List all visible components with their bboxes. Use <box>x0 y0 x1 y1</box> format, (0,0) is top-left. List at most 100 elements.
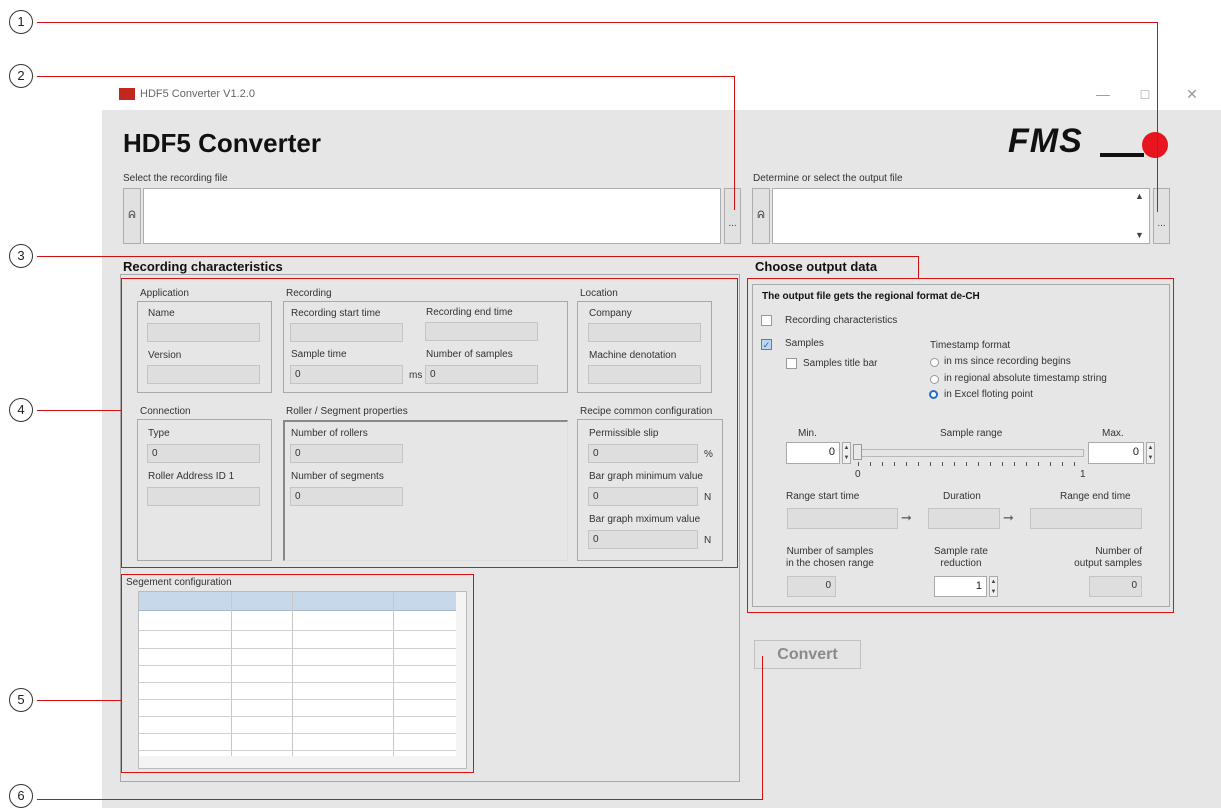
slider-min-tick: 0 <box>855 469 861 480</box>
app-name-label: Name <box>148 308 175 319</box>
samples-title-bar-checkbox[interactable] <box>786 358 797 369</box>
callout-line-2 <box>37 76 735 77</box>
input-file-label: Select the recording file <box>123 173 228 184</box>
output-file-icon-button[interactable]: ᕱ <box>752 188 770 244</box>
company-label: Company <box>589 308 632 319</box>
roller-address-field <box>147 487 260 506</box>
maximize-button[interactable]: □ <box>1130 86 1160 102</box>
output-samples-label: Number of output samples <box>1060 546 1142 570</box>
location-title: Location <box>580 288 618 299</box>
samples-in-range-label: Number of samples in the chosen range <box>786 546 874 570</box>
bar-max-field: 0 <box>588 530 698 549</box>
horizontal-scrollbar[interactable] <box>139 756 466 768</box>
callout-line-5 <box>37 700 122 701</box>
output-scroll-up-icon[interactable]: ▲ <box>1135 191 1144 201</box>
min-input[interactable]: 0 <box>786 442 840 464</box>
duration-field <box>928 508 1000 529</box>
samples-in-range-line1: Number of samples <box>786 546 874 557</box>
end-time-field <box>425 322 538 341</box>
callout-line-6 <box>37 799 763 800</box>
timestamp-title: Timestamp format <box>930 340 1011 351</box>
segment-table-row-line <box>139 733 456 734</box>
slip-label: Permissible slip <box>589 428 659 439</box>
sample-range-track[interactable] <box>856 449 1084 457</box>
segment-table-row-line <box>139 699 456 700</box>
rate-reduction-line2: reduction <box>940 558 982 569</box>
brand-dot <box>1142 132 1168 158</box>
range-end-label: Range end time <box>1060 491 1131 502</box>
output-scroll-down-icon[interactable]: ▼ <box>1135 230 1144 240</box>
app-name-field <box>147 323 260 342</box>
max-stepper[interactable]: ▲ ▼ <box>1146 442 1155 464</box>
callout-line-1 <box>37 22 1158 23</box>
timestamp-radio-excel[interactable] <box>929 390 938 399</box>
output-browse-label: ... <box>1157 218 1166 229</box>
window-title: HDF5 Converter V1.2.0 <box>140 88 255 100</box>
arrow-right-icon: ➞ <box>901 510 912 525</box>
type-label: Type <box>148 428 170 439</box>
rate-reduction-stepper[interactable]: ▲ ▼ <box>989 576 998 597</box>
segment-table-col-divider <box>231 592 232 756</box>
segment-table[interactable] <box>138 591 467 769</box>
recording-section-title: Recording characteristics <box>123 259 283 274</box>
output-samples-field: 0 <box>1089 576 1142 597</box>
callout-line-2-drop <box>734 76 735 210</box>
min-stepper[interactable]: ▲ ▼ <box>842 442 851 464</box>
title-bar: HDF5 Converter V1.2.0 — □ ✕ <box>102 80 1221 110</box>
vertical-scrollbar[interactable] <box>456 592 466 756</box>
file-icon: ᕱ <box>757 210 765 221</box>
convert-button[interactable]: Convert <box>754 640 861 669</box>
brand-underline <box>1100 153 1144 157</box>
recipe-title: Recipe common configuration <box>580 406 713 417</box>
segment-table-row-line <box>139 716 456 717</box>
rate-reduction-line1: Sample rate <box>934 546 988 557</box>
segments-field: 0 <box>290 487 403 506</box>
page-title: HDF5 Converter <box>123 128 321 158</box>
sample-range-thumb[interactable] <box>853 444 862 460</box>
range-end-field <box>1030 508 1142 529</box>
callout-line-3 <box>37 256 919 257</box>
start-time-field <box>290 323 403 342</box>
segment-table-row-line <box>139 648 456 649</box>
callout-line-1-drop <box>1157 22 1158 212</box>
min-label: Min. <box>798 428 817 439</box>
rate-reduction-input[interactable]: 1 <box>934 576 987 597</box>
company-field <box>588 323 701 342</box>
input-file-field[interactable] <box>143 188 721 244</box>
output-samples-line2: output samples <box>1074 558 1142 569</box>
minimize-button[interactable]: — <box>1088 86 1118 102</box>
callout-2: 2 <box>9 64 33 88</box>
segment-table-row-line <box>139 750 456 751</box>
output-browse-button[interactable]: ... <box>1153 188 1170 244</box>
sample-time-label: Sample time <box>291 349 347 360</box>
samples-title-bar-label: Samples title bar <box>803 358 878 369</box>
input-browse-button[interactable]: ... <box>724 188 741 244</box>
bar-min-field: 0 <box>588 487 698 506</box>
max-input[interactable]: 0 <box>1088 442 1144 464</box>
segment-table-row-line <box>139 630 456 631</box>
brand-text: FMS <box>1008 122 1083 160</box>
brand-logo: FMS <box>1008 122 1168 162</box>
app-version-label: Version <box>148 350 182 361</box>
close-button[interactable]: ✕ <box>1177 86 1207 103</box>
bar-max-unit: N <box>704 535 712 546</box>
samples-checkbox[interactable]: ✓ <box>761 339 772 350</box>
callout-6: 6 <box>9 784 33 808</box>
app-version-field <box>147 365 260 384</box>
input-file-icon-button[interactable]: ᕱ <box>123 188 141 244</box>
segment-table-header <box>139 592 456 611</box>
output-file-field[interactable] <box>772 188 1150 244</box>
arrow-right-icon: ➞ <box>1003 510 1014 525</box>
slip-unit: % <box>704 449 713 460</box>
slider-max-tick: 1 <box>1080 469 1086 480</box>
start-time-label: Recording start time <box>291 308 381 319</box>
bar-max-label: Bar graph mximum value <box>589 514 701 525</box>
callout-3: 3 <box>9 244 33 268</box>
timestamp-radio-ms[interactable] <box>930 358 939 367</box>
samples-in-range-field: 0 <box>787 576 836 597</box>
recording-characteristics-checkbox[interactable] <box>761 315 772 326</box>
machine-field <box>588 365 701 384</box>
segment-table-col-divider <box>393 592 394 756</box>
timestamp-radio-regional[interactable] <box>930 375 939 384</box>
segment-table-row-line <box>139 682 456 683</box>
